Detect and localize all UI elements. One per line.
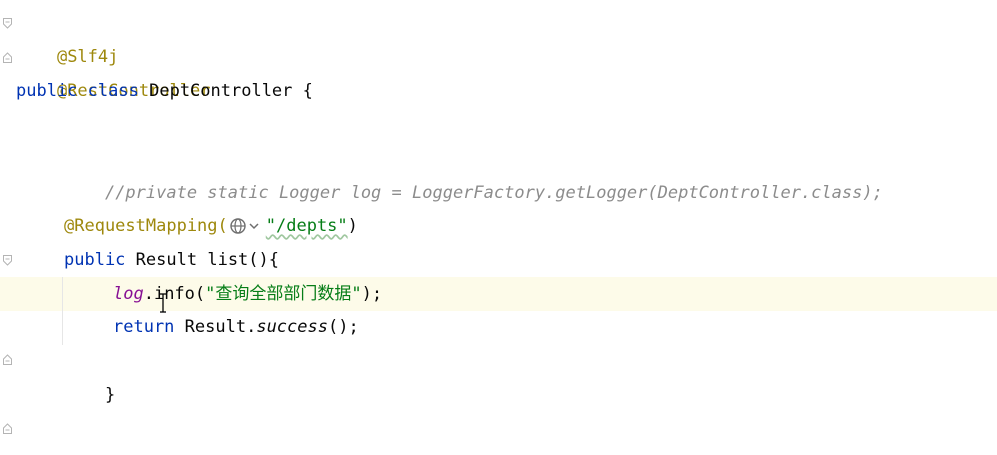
code-line-8[interactable]: public Result list(){ (64, 243, 279, 277)
code-line-13[interactable]: } (16, 412, 67, 455)
indent-guide (62, 277, 63, 345)
open-brace: { (302, 81, 313, 101)
commented-logger-line: //private static Logger log = LoggerFact… (104, 183, 883, 203)
code-line-1[interactable]: @Slf4j (16, 6, 118, 67)
annotation-request-mapping: @RequestMapping( (64, 216, 228, 236)
method-signature: list(){ (207, 250, 279, 270)
fold-marker-icon[interactable] (3, 423, 12, 434)
code-editor[interactable]: @Slf4j @RestController public class Dept… (0, 0, 997, 455)
info-call: .info( (143, 284, 206, 304)
close-brace-method: } (104, 385, 116, 405)
globe-icon[interactable] (229, 214, 265, 234)
code-line-7[interactable]: @RequestMapping( "/depts") (64, 209, 358, 243)
statement-end: (); (327, 317, 359, 337)
close-paren: ) (347, 216, 358, 236)
keyword-public: public (64, 250, 126, 270)
request-url-string: "/depts" (265, 216, 348, 236)
success-method: success (256, 317, 328, 337)
code-line-2[interactable]: @RestController (16, 40, 211, 101)
code-line-10[interactable]: return Result.success(); (113, 310, 359, 344)
fold-marker-icon[interactable] (3, 52, 12, 63)
code-line-9[interactable]: log.info("查询全部部门数据"); (113, 277, 382, 311)
fold-marker-icon[interactable] (3, 255, 12, 266)
result-class-ref: Result. (184, 317, 257, 337)
keyword-public: public (16, 81, 78, 101)
code-line-3[interactable]: public class DeptController { (16, 74, 313, 108)
statement-end: ); (361, 284, 383, 304)
keyword-return: return (113, 317, 175, 337)
code-line-5[interactable]: //private static Logger log = LoggerFact… (64, 142, 883, 203)
text-cursor-icon (159, 293, 167, 313)
class-name: DeptController (149, 81, 293, 101)
log-field: log (113, 284, 144, 304)
fold-gutter (0, 0, 14, 455)
return-type: Result (135, 250, 198, 270)
chevron-down-icon (249, 223, 259, 230)
keyword-class: class (87, 81, 139, 101)
fold-marker-icon[interactable] (3, 18, 12, 29)
code-line-11[interactable]: } (64, 344, 115, 405)
fold-marker-icon[interactable] (3, 354, 12, 365)
log-message-string: "查询全部部门数据" (205, 284, 362, 304)
